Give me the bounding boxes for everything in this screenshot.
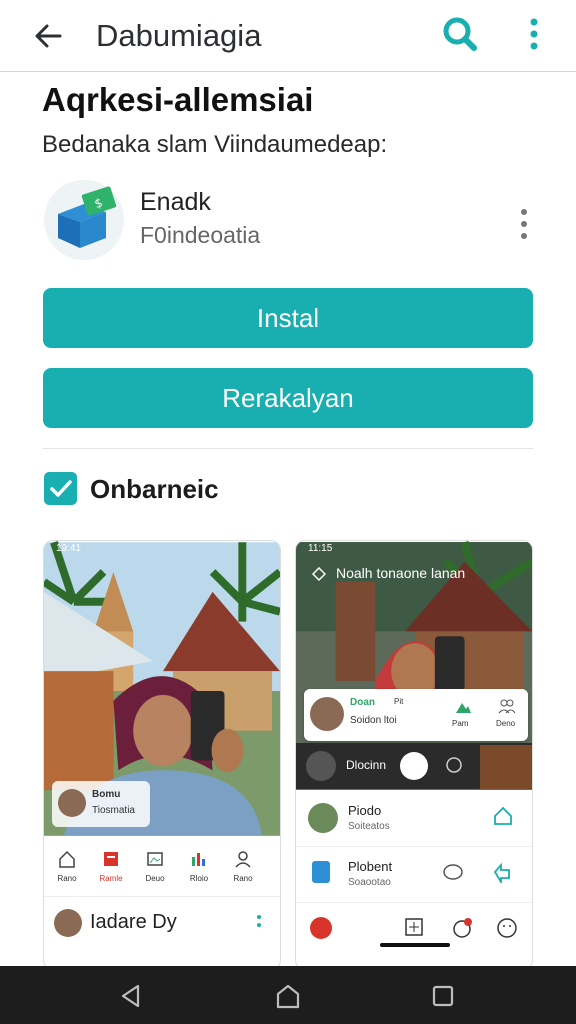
install-button[interactable]: Instal xyxy=(43,288,533,348)
avatar xyxy=(58,789,86,817)
dark-banner[interactable]: Dlocinn xyxy=(296,743,532,789)
banner-label: Dlocinn xyxy=(346,758,387,772)
app-bar: Dabumiagia xyxy=(0,0,576,72)
nav-item-5[interactable]: Rano xyxy=(228,849,258,883)
nav-back-icon[interactable] xyxy=(118,983,144,1009)
search-icon[interactable] xyxy=(440,14,480,54)
nav-label: Rano xyxy=(57,874,77,883)
card-subtitle: Soidon ltoi xyxy=(350,715,397,726)
toggle-icon[interactable] xyxy=(442,863,464,881)
chart-icon xyxy=(192,853,205,866)
avatar xyxy=(306,751,336,781)
card-action-2: Deno xyxy=(496,719,516,728)
chat-icon[interactable] xyxy=(444,756,464,776)
status-time: 11:15 xyxy=(308,543,333,554)
screenshot-1[interactable]: 19:41 Bomu Tiosmatia Rano Ramle Deuo Rlo… xyxy=(43,540,281,970)
secondary-button[interactable]: Rerakalyan xyxy=(43,368,533,428)
card-action-1: Pam xyxy=(452,719,469,728)
app-icon[interactable]: $ xyxy=(44,180,124,260)
system-nav-bar xyxy=(0,966,576,1024)
nav-label: Deuo xyxy=(145,874,165,883)
location-icon[interactable] xyxy=(312,567,326,581)
nav-item-3[interactable]: Deuo xyxy=(140,849,170,883)
page-heading: Aqrkesi-allemsiai xyxy=(42,81,314,118)
home-indicator xyxy=(380,943,450,947)
more-vert-icon[interactable] xyxy=(254,913,264,933)
record-icon[interactable] xyxy=(310,917,332,939)
option-checkbox[interactable] xyxy=(44,472,77,505)
profile-card[interactable]: Doan Pit Soidon ltoi Pam Deno xyxy=(304,689,528,741)
app-nav-bar: Rano Ramle Deuo Rloio Rano xyxy=(44,837,280,897)
nav-item-2[interactable]: Ramle xyxy=(96,849,126,883)
nav-label: Ramle xyxy=(99,874,123,883)
home-icon[interactable] xyxy=(492,805,514,827)
more-vert-icon[interactable] xyxy=(520,16,548,52)
notification-icon[interactable] xyxy=(452,917,474,939)
nav-item-4[interactable]: Rloio xyxy=(184,849,214,883)
nav-item-1[interactable]: Rano xyxy=(52,849,82,883)
list-item-subtitle: Soaootao xyxy=(348,877,391,888)
person-icon xyxy=(235,851,251,868)
document-icon xyxy=(312,861,330,883)
avatar xyxy=(308,803,338,833)
card-name: Doan xyxy=(350,697,375,708)
list-item-title: Piodo xyxy=(348,803,382,818)
avatar xyxy=(310,697,344,731)
list-title: Iadare Dy xyxy=(90,911,177,933)
header-text: Noalh tonaone lanan xyxy=(336,565,466,581)
option-label: Onbarneic xyxy=(90,474,219,504)
compose-icon[interactable] xyxy=(404,917,424,937)
profile-card[interactable]: Bomu Tiosmatia xyxy=(52,781,150,827)
divider xyxy=(43,448,533,449)
calendar-icon xyxy=(104,852,118,866)
home-icon xyxy=(59,850,75,868)
image-icon[interactable] xyxy=(454,697,472,715)
app-developer[interactable]: F0indeoatia xyxy=(140,222,260,249)
nav-label: Rloio xyxy=(189,874,209,883)
nav-recents-icon[interactable] xyxy=(430,983,456,1009)
profile-name: Bomu xyxy=(92,789,121,800)
page-subheading: Bedanaka slam Viindaumedeap: xyxy=(42,131,388,158)
thumbnail-image xyxy=(480,745,532,789)
list-item-title: Plobent xyxy=(348,859,393,874)
check-icon xyxy=(50,480,72,497)
box-money-icon: $ xyxy=(58,186,117,248)
gallery-icon xyxy=(147,852,163,866)
profile-subtitle: Tiosmatia xyxy=(92,805,135,816)
screenshot-2[interactable]: 11:15 Noalh tonaone lanan Doan Pit Soido… xyxy=(295,540,533,970)
app-bar-title: Dabumiagia xyxy=(96,18,262,53)
nav-home-icon[interactable] xyxy=(275,983,301,1009)
avatar xyxy=(54,909,82,937)
app-name: Enadk xyxy=(140,188,211,216)
back-arrow-icon[interactable] xyxy=(30,18,66,54)
nav-label: Rano xyxy=(233,874,253,883)
thumb-icon[interactable] xyxy=(492,861,514,883)
people-icon[interactable] xyxy=(498,697,516,715)
face-icon[interactable] xyxy=(496,917,518,939)
play-button[interactable] xyxy=(400,752,428,780)
more-vert-icon[interactable] xyxy=(512,204,536,244)
list-item[interactable]: Piodo Soiteatos xyxy=(296,791,532,847)
list-item[interactable]: Plobent Soaootao xyxy=(296,847,532,903)
app-nav-bar xyxy=(296,903,532,951)
status-time: 19:41 xyxy=(56,543,82,554)
list-item-subtitle: Soiteatos xyxy=(348,821,390,832)
card-badge: Pit xyxy=(394,697,404,706)
